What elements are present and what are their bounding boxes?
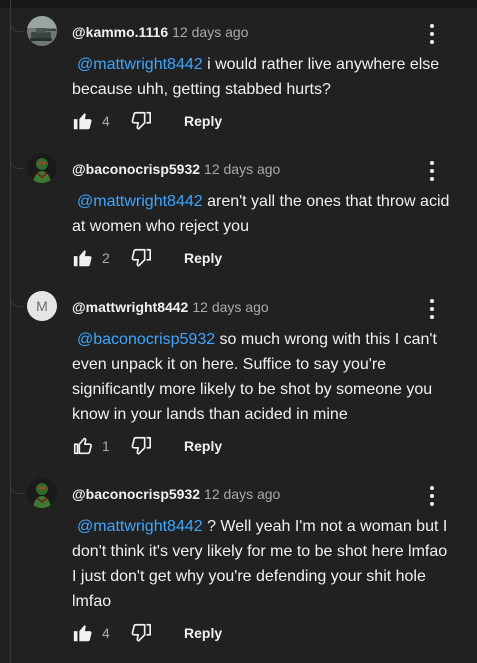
like-count: 4 [102, 113, 110, 129]
reply-comment: @kammo.1116 12 days ago @mattwright8442 i… [0, 16, 477, 138]
thread-connector [10, 16, 23, 32]
like-count: 2 [102, 250, 110, 266]
comment-header: @baconocrisp5932 12 days ago [72, 484, 280, 504]
thread-connector [10, 153, 23, 169]
reply-button[interactable]: Reply [184, 109, 222, 133]
comment-text: @mattwright8442 i would rather live anyw… [72, 52, 452, 102]
reply-comment: @baconocrisp5932 12 days ago @mattwright8… [0, 478, 477, 648]
comment-header: @baconocrisp5932 12 days ago [72, 159, 280, 179]
comment-time[interactable]: 12 days ago [204, 161, 280, 177]
thread-connector [10, 478, 23, 494]
comment-time[interactable]: 12 days ago [172, 24, 248, 40]
tank-avatar-icon [27, 16, 57, 46]
avatar[interactable]: M [27, 291, 57, 321]
dislike-icon[interactable] [130, 621, 152, 645]
green-figure-avatar-icon [27, 153, 57, 183]
comment-header: @mattwright8442 12 days ago [72, 297, 269, 317]
comment-time[interactable]: 12 days ago [192, 299, 268, 315]
mention-link[interactable]: @baconocrisp5932 [72, 331, 215, 348]
reply-button[interactable]: Reply [184, 621, 222, 645]
author-name[interactable]: @kammo.1116 [72, 24, 168, 40]
reply-button[interactable]: Reply [184, 434, 222, 458]
like-count: 1 [102, 438, 110, 454]
like-icon[interactable] [72, 246, 94, 270]
author-name[interactable]: @baconocrisp5932 [72, 486, 200, 502]
avatar[interactable] [27, 478, 57, 508]
like-count: 4 [102, 625, 110, 641]
more-options-icon[interactable] [420, 484, 444, 508]
author-name[interactable]: @mattwright8442 [72, 299, 188, 315]
mention-link[interactable]: @mattwright8442 [72, 193, 203, 210]
comment-text: @mattwright8442 ? Well yeah I'm not a wo… [72, 514, 452, 614]
more-options-icon[interactable] [420, 297, 444, 321]
like-icon[interactable] [72, 109, 94, 133]
like-icon[interactable] [72, 621, 94, 645]
dislike-icon[interactable] [130, 246, 152, 270]
top-edge [0, 0, 477, 8]
green-figure-avatar-icon [27, 478, 57, 508]
mention-link[interactable]: @mattwright8442 [72, 518, 203, 535]
reply-button[interactable]: Reply [184, 246, 222, 270]
comment-time[interactable]: 12 days ago [204, 486, 280, 502]
comment-text: @baconocrisp5932 so much wrong with this… [72, 327, 452, 427]
reply-comment: M @mattwright8442 12 days ago @baconocris… [0, 291, 477, 461]
more-options-icon[interactable] [420, 159, 444, 183]
thread-connector [10, 291, 23, 307]
author-name[interactable]: @baconocrisp5932 [72, 161, 200, 177]
comment-text: @mattwright8442 aren't yall the ones tha… [72, 189, 452, 239]
reply-comment: @baconocrisp5932 12 days ago @mattwright8… [0, 153, 477, 275]
like-icon[interactable] [72, 434, 94, 458]
dislike-icon[interactable] [130, 109, 152, 133]
more-options-icon[interactable] [420, 22, 444, 46]
comment-header: @kammo.1116 12 days ago [72, 22, 248, 42]
avatar[interactable] [27, 153, 57, 183]
avatar[interactable] [27, 16, 57, 46]
dislike-icon[interactable] [130, 434, 152, 458]
mention-link[interactable]: @mattwright8442 [72, 56, 203, 73]
